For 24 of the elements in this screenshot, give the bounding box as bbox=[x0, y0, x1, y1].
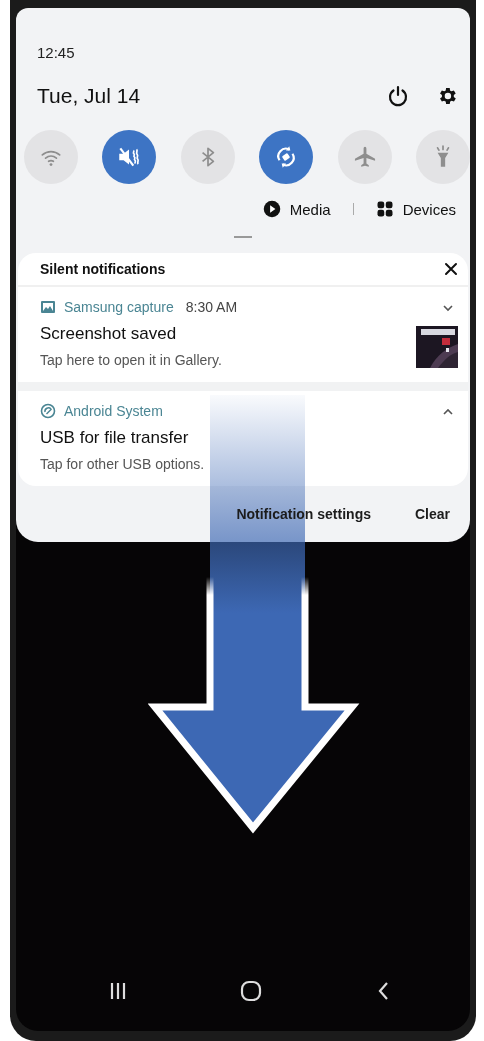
group-title: Silent notifications bbox=[40, 261, 166, 277]
notification-text: Tap for other USB options. bbox=[40, 456, 205, 472]
notification-time: 8:30 AM bbox=[185, 299, 238, 315]
quick-toggle[interactable] bbox=[259, 130, 314, 184]
grid-icon bbox=[375, 200, 394, 218]
drag-handle[interactable] bbox=[234, 236, 252, 238]
app-name: Android System bbox=[64, 403, 163, 419]
media-button[interactable]: Media bbox=[262, 200, 331, 218]
home-button[interactable] bbox=[239, 980, 263, 1002]
clear-button[interactable]: Clear bbox=[414, 506, 450, 522]
date-text: Tue, Jul 14 bbox=[37, 84, 141, 108]
quick-toggle[interactable] bbox=[102, 130, 157, 184]
play-icon bbox=[262, 200, 281, 218]
clock-time: 12:45 bbox=[37, 44, 76, 61]
power-icon[interactable] bbox=[386, 84, 410, 108]
image-icon bbox=[40, 299, 56, 315]
signal-ring-icon bbox=[40, 403, 56, 419]
app-name: Samsung capture bbox=[64, 299, 174, 315]
devices-button[interactable]: Devices bbox=[375, 200, 456, 218]
notification-text: Tap here to open it in Gallery. bbox=[40, 352, 223, 368]
close-icon[interactable] bbox=[444, 262, 458, 276]
expand-icon[interactable] bbox=[442, 302, 454, 314]
notification-title: Screenshot saved bbox=[40, 324, 178, 344]
notification-title: USB for file transfer bbox=[40, 428, 190, 448]
